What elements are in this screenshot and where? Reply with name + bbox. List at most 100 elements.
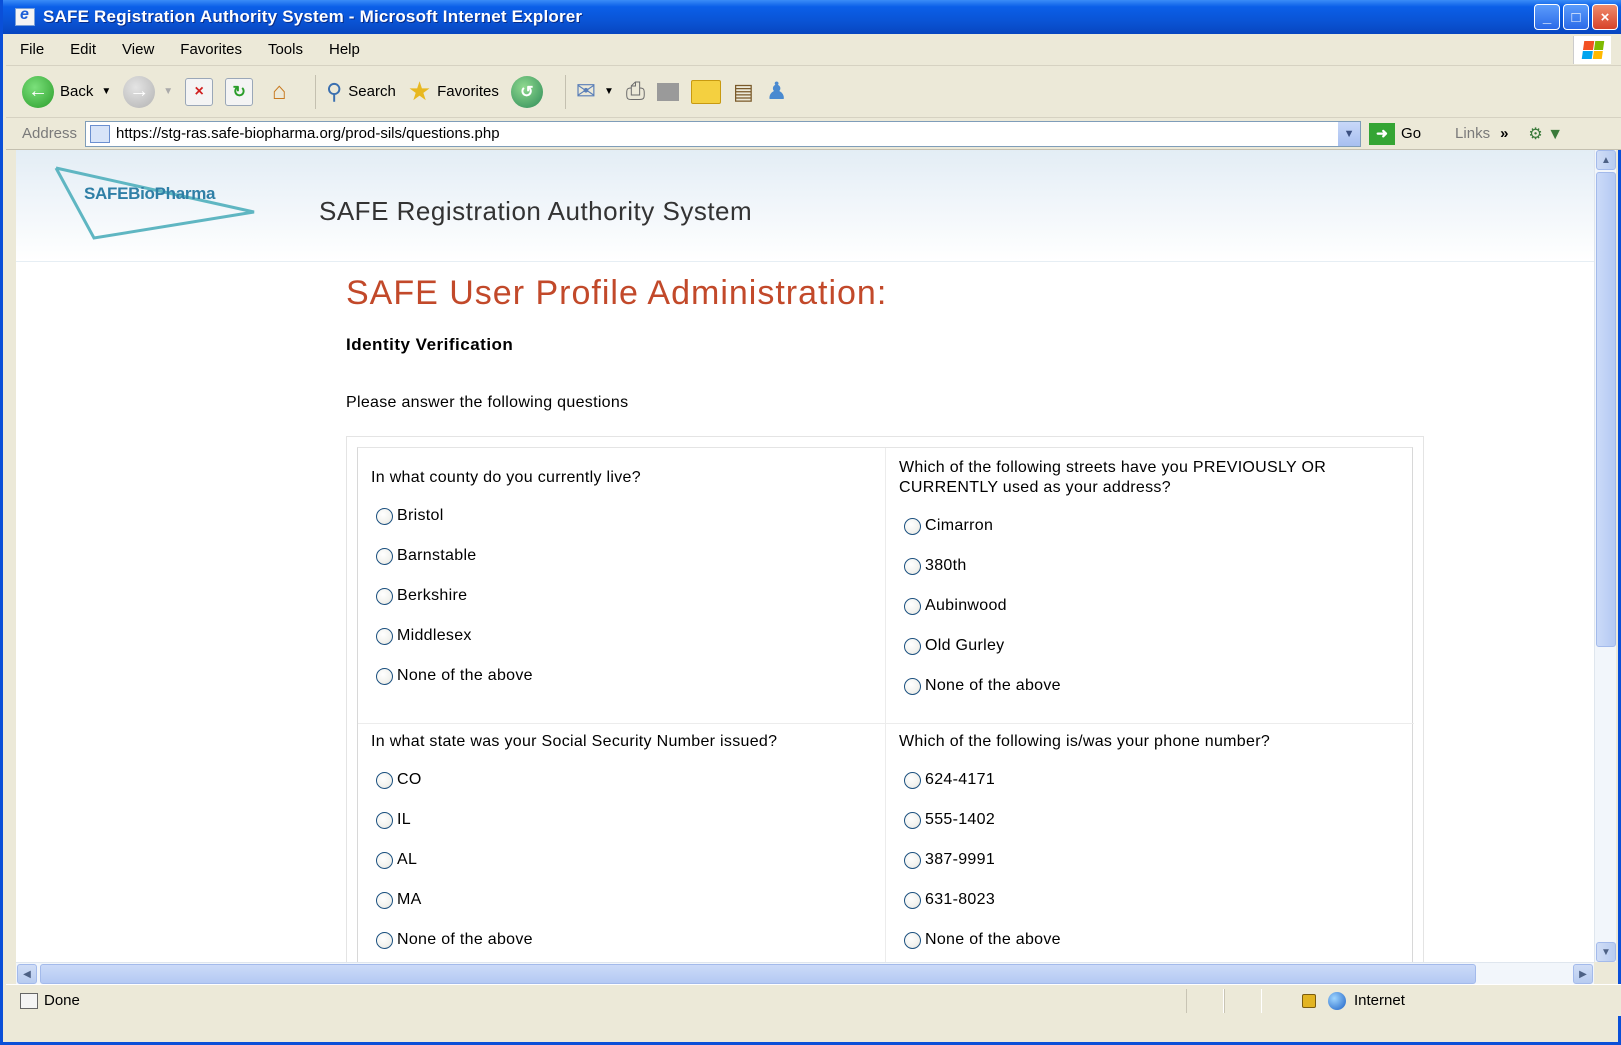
option-aubinwood[interactable]: Aubinwood — [904, 586, 1061, 626]
search-button[interactable]: ⚲ Search — [326, 79, 396, 105]
links-button[interactable]: Links » — [1455, 125, 1508, 142]
radio-button[interactable] — [904, 771, 921, 789]
option-624-4171[interactable]: 624-4171 — [904, 760, 1061, 800]
option-label: None of the above — [397, 931, 533, 948]
minimize-button[interactable]: _ — [1534, 4, 1560, 30]
menu-edit[interactable]: Edit — [70, 41, 96, 58]
favorites-button[interactable]: ★ Favorites — [408, 76, 499, 107]
vertical-scrollbar[interactable]: ▲ ▼ — [1594, 150, 1616, 962]
scroll-up-icon[interactable]: ▲ — [1596, 150, 1616, 170]
history-button[interactable]: ↺ — [510, 75, 543, 108]
option-middlesex[interactable]: Middlesex — [376, 616, 533, 656]
research-button[interactable]: ▤ — [733, 79, 754, 105]
radio-button[interactable] — [904, 637, 921, 655]
option-none[interactable]: None of the above — [376, 920, 533, 960]
messenger-button[interactable]: ♟ — [766, 77, 788, 106]
scroll-right-icon[interactable]: ▶ — [1573, 964, 1593, 984]
site-logo[interactable]: SAFEBioPharma — [54, 164, 264, 244]
horizontal-scrollbar[interactable]: ◀ ▶ — [16, 962, 1594, 984]
radio-button[interactable] — [376, 811, 393, 829]
folder-icon — [691, 79, 722, 104]
section-heading: Identity Verification — [346, 335, 514, 354]
menu-file[interactable]: File — [20, 41, 44, 58]
radio-button[interactable] — [376, 771, 393, 789]
option-label: Barnstable — [397, 547, 477, 564]
back-button[interactable]: ← Back ▼ — [22, 75, 111, 108]
option-al[interactable]: AL — [376, 840, 533, 880]
windows-logo-icon — [1573, 36, 1611, 64]
radio-button[interactable] — [904, 851, 921, 869]
option-380th[interactable]: 380th — [904, 546, 1061, 586]
radio-button[interactable] — [904, 811, 921, 829]
radio-button[interactable] — [376, 891, 393, 909]
option-555-1402[interactable]: 555-1402 — [904, 800, 1061, 840]
go-arrow-icon: ➜ — [1369, 122, 1396, 145]
option-none[interactable]: None of the above — [376, 656, 533, 696]
scroll-down-icon[interactable]: ▼ — [1596, 942, 1616, 962]
address-dropdown-icon[interactable]: ▼ — [1338, 121, 1361, 146]
option-label: None of the above — [397, 667, 533, 684]
option-il[interactable]: IL — [376, 800, 533, 840]
radio-button[interactable] — [376, 587, 393, 605]
radio-button[interactable] — [904, 597, 921, 615]
radio-button[interactable] — [376, 507, 393, 525]
horizontal-scroll-thumb[interactable] — [40, 964, 1476, 984]
option-barnstable[interactable]: Barnstable — [376, 536, 533, 576]
radio-button[interactable] — [376, 627, 393, 645]
radio-button[interactable] — [904, 517, 921, 535]
radio-button[interactable] — [376, 667, 393, 685]
option-bristol[interactable]: Bristol — [376, 496, 533, 536]
radio-button[interactable] — [904, 891, 921, 909]
refresh-button[interactable]: ↻ — [225, 77, 254, 106]
printer-icon: ⎙ — [625, 77, 646, 105]
option-cimarron[interactable]: Cimarron — [904, 506, 1061, 546]
forward-button[interactable]: → ▼ — [123, 75, 173, 108]
option-label: Middlesex — [397, 627, 472, 644]
favorites-label: Favorites — [437, 83, 499, 100]
edit-button[interactable] — [657, 82, 680, 101]
menu-favorites[interactable]: Favorites — [180, 41, 242, 58]
option-old-gurley[interactable]: Old Gurley — [904, 626, 1061, 666]
maximize-button[interactable]: □ — [1563, 4, 1589, 30]
discuss-button[interactable] — [691, 79, 722, 104]
vertical-scroll-thumb[interactable] — [1596, 172, 1616, 647]
option-none[interactable]: None of the above — [904, 666, 1061, 706]
close-button[interactable]: × — [1592, 4, 1618, 30]
question-county: In what county do you currently live? Br… — [358, 448, 886, 724]
address-input[interactable]: https://stg-ras.safe-biopharma.org/prod-… — [85, 120, 1362, 147]
option-none[interactable]: None of the above — [904, 920, 1061, 960]
radio-button[interactable] — [376, 931, 393, 949]
option-631-8023[interactable]: 631-8023 — [904, 880, 1061, 920]
option-berkshire[interactable]: Berkshire — [376, 576, 533, 616]
title-bar: SAFE Registration Authority System - Mic… — [3, 0, 1621, 34]
menu-help[interactable]: Help — [329, 41, 360, 58]
toolbar-options-icon[interactable]: ⚙ ▼ — [1528, 124, 1563, 144]
home-button[interactable]: ⌂ — [265, 78, 293, 106]
radio-button[interactable] — [904, 931, 921, 949]
security-zone: Internet — [1302, 991, 1405, 1010]
links-chevron-icon: » — [1500, 125, 1509, 142]
back-label: Back — [60, 83, 94, 100]
radio-button[interactable] — [904, 557, 921, 575]
forward-dropdown-icon[interactable]: ▼ — [163, 86, 173, 97]
mail-button[interactable]: ✉ ▼ — [576, 77, 614, 106]
radio-button[interactable] — [376, 851, 393, 869]
radio-button[interactable] — [904, 677, 921, 695]
menu-view[interactable]: View — [122, 41, 154, 58]
print-button[interactable]: ⎙ — [626, 78, 645, 106]
option-ma[interactable]: MA — [376, 880, 533, 920]
option-label: None of the above — [925, 931, 1061, 948]
stop-button[interactable]: × — [185, 77, 214, 106]
question-text: Which of the following streets have you … — [899, 459, 1327, 496]
radio-button[interactable] — [376, 547, 393, 565]
mail-dropdown-icon[interactable]: ▼ — [604, 86, 614, 97]
window-controls: _ □ × — [1534, 4, 1618, 30]
option-co[interactable]: CO — [376, 760, 533, 800]
back-dropdown-icon[interactable]: ▼ — [101, 86, 111, 97]
option-387-9991[interactable]: 387-9991 — [904, 840, 1061, 880]
scroll-left-icon[interactable]: ◀ — [17, 964, 37, 984]
menu-tools[interactable]: Tools — [268, 41, 303, 58]
status-text: Done — [44, 992, 80, 1009]
status-panel — [1224, 988, 1262, 1013]
go-button[interactable]: ➜ Go — [1369, 122, 1421, 145]
